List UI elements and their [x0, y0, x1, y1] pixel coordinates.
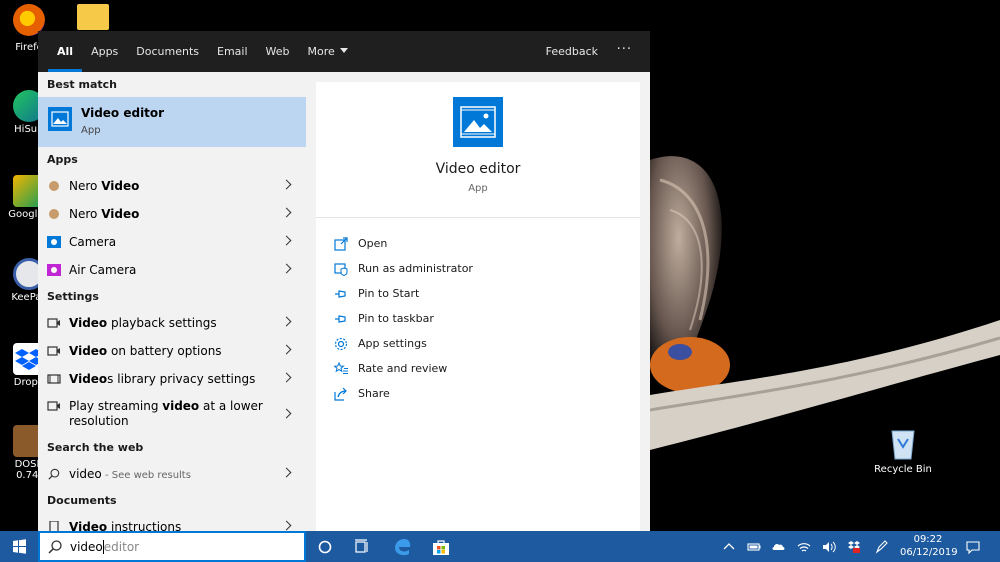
setting-streaming-video[interactable]: Play streaming video at a lower resoluti…	[38, 393, 306, 435]
video-settings-icon	[47, 318, 60, 328]
detail-type: App	[468, 183, 488, 194]
more-options-button[interactable]: ···	[617, 31, 632, 69]
action-pin-to-start[interactable]: Pin to Start	[316, 281, 640, 306]
search-autocomplete-hint: editor	[103, 539, 140, 554]
tab-all[interactable]: All	[48, 31, 83, 72]
camera-icon	[47, 236, 61, 248]
tab-web[interactable]: Web	[257, 31, 299, 72]
store-icon[interactable]	[432, 538, 450, 556]
start-button[interactable]	[0, 531, 38, 562]
recycle-bin-icon	[891, 430, 915, 460]
chevron-up-icon[interactable]	[722, 540, 736, 554]
edge-browser-icon[interactable]	[393, 538, 411, 556]
tab-apps[interactable]: Apps	[82, 31, 127, 72]
app-result-nero-video-2[interactable]: Nero Video	[38, 200, 306, 228]
search-tabs-bar: All Apps Documents Email Web More Feedba…	[38, 31, 650, 72]
battery-icon[interactable]	[747, 540, 761, 554]
section-apps: Apps	[47, 153, 78, 166]
results-list: Best match Video editor App Apps Nero Vi…	[38, 72, 306, 531]
search-icon	[48, 468, 60, 480]
app-result-nero-video-1[interactable]: Nero Video	[38, 172, 306, 200]
taskbar-search-input[interactable]: video editor	[38, 531, 306, 562]
taskbar: video editor 09:22 06/12/2019	[0, 531, 1000, 562]
section-search-web: Search the web	[47, 441, 144, 454]
section-documents: Documents	[47, 494, 117, 507]
recycle-bin[interactable]: Recycle Bin	[872, 425, 934, 475]
video-library-icon	[47, 374, 61, 384]
setting-video-playback[interactable]: Video playback settings	[38, 309, 306, 337]
search-typed-text: video	[70, 539, 103, 554]
action-pin-to-taskbar[interactable]: Pin to taskbar	[316, 306, 640, 331]
setting-videos-library-privacy[interactable]: Videos library privacy settings	[38, 365, 306, 393]
tab-more[interactable]: More	[299, 31, 357, 72]
dropbox-tray-icon[interactable]	[847, 540, 861, 554]
action-app-settings[interactable]: App settings	[316, 331, 640, 356]
search-panel: All Apps Documents Email Web More Feedba…	[38, 31, 650, 531]
open-icon	[334, 236, 348, 251]
star-icon	[334, 361, 348, 374]
wifi-icon[interactable]	[797, 540, 811, 554]
onedrive-icon[interactable]	[772, 540, 786, 554]
pin-icon	[335, 314, 346, 323]
pin-icon	[335, 289, 346, 298]
air-camera-icon	[47, 264, 61, 276]
shield-icon	[334, 262, 348, 276]
detail-pane: Video editor App Open Run as administrat…	[316, 82, 640, 531]
action-rate-and-review[interactable]: Rate and review	[316, 356, 640, 381]
taskbar-clock[interactable]: 09:22 06/12/2019	[900, 533, 958, 559]
video-editor-icon	[48, 107, 72, 131]
action-share[interactable]: Share	[316, 381, 640, 406]
section-settings: Settings	[47, 290, 99, 303]
detail-title: Video editor	[435, 161, 521, 177]
video-editor-large-icon	[453, 97, 503, 147]
setting-video-battery[interactable]: Video on battery options	[38, 337, 306, 365]
web-result[interactable]: video - See web results	[38, 460, 306, 488]
best-match-name: Video editor	[81, 106, 165, 120]
detail-actions: Open Run as administrator Pin to Start P…	[316, 218, 640, 406]
app-result-camera[interactable]: Camera	[38, 228, 306, 256]
share-icon	[334, 387, 347, 401]
gear-icon	[334, 337, 348, 350]
document-icon	[49, 521, 59, 531]
tab-documents[interactable]: Documents	[127, 31, 208, 72]
video-settings-icon	[47, 346, 60, 356]
action-run-as-admin[interactable]: Run as administrator	[316, 256, 640, 281]
folder-icon	[77, 4, 109, 30]
windows-logo-icon	[13, 539, 26, 554]
tab-email[interactable]: Email	[208, 31, 257, 72]
chevron-down-icon	[339, 48, 348, 53]
volume-icon[interactable]	[822, 540, 836, 554]
nero-icon	[49, 209, 59, 219]
action-center-icon[interactable]	[966, 540, 980, 554]
desktop-icon-folder[interactable]	[70, 4, 116, 32]
detail-header: Video editor App	[316, 82, 640, 218]
nero-icon	[49, 181, 59, 191]
feedback-button[interactable]: Feedback	[546, 31, 598, 72]
search-icon	[48, 539, 62, 554]
video-settings-icon	[47, 401, 60, 411]
pen-icon[interactable]	[875, 540, 889, 554]
task-view-icon[interactable]	[353, 538, 371, 556]
app-result-air-camera[interactable]: Air Camera	[38, 256, 306, 284]
wallpaper-bird	[650, 156, 1000, 450]
section-best-match: Best match	[47, 78, 117, 91]
action-open[interactable]: Open	[316, 231, 640, 256]
best-match-item[interactable]: Video editor App	[38, 97, 306, 147]
cortana-icon[interactable]	[316, 538, 334, 556]
best-match-type: App	[81, 125, 101, 136]
document-result[interactable]: Video instructions	[38, 513, 306, 531]
